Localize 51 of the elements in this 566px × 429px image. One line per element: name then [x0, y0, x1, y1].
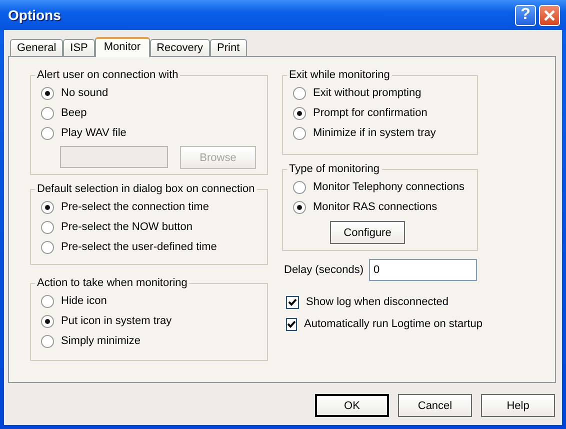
button[interactable]: Cancel: [398, 394, 472, 417]
checkbox-label: Automatically run Logtime on startup: [304, 318, 483, 330]
radio-button[interactable]: [293, 126, 306, 140]
window-title: Options: [8, 7, 62, 23]
group-title: Action to take when monitoring: [36, 277, 188, 289]
checkbox-label: Show log when disconnected: [306, 296, 448, 308]
radio-label: Minimize if in system tray: [313, 127, 436, 139]
checkbox[interactable]: [286, 296, 299, 308]
radio-label: Prompt for confirmation: [313, 107, 428, 119]
radio-button[interactable]: [41, 200, 54, 214]
radio-label: Hide icon: [61, 295, 107, 307]
radio-label: Play WAV file: [61, 127, 126, 139]
radio-label: Monitor Telephony connections: [313, 181, 464, 193]
radio-label: Exit without prompting: [313, 87, 422, 99]
radio-button[interactable]: [293, 180, 306, 194]
radio-label: Pre-select the connection time: [61, 201, 209, 213]
tab[interactable]: ISP: [63, 39, 95, 56]
radio-label: Monitor RAS connections: [313, 201, 438, 213]
close-icon: [544, 10, 555, 20]
radio-button[interactable]: [41, 86, 54, 100]
radio-button[interactable]: [41, 294, 54, 308]
button[interactable]: Help: [481, 394, 555, 417]
radio-label: Beep: [61, 107, 87, 119]
radio-button[interactable]: [293, 86, 306, 100]
radio-label: Put icon in system tray: [61, 315, 172, 327]
button[interactable]: Configure: [330, 221, 405, 244]
tab[interactable]: Print: [210, 39, 247, 56]
group-title: Exit while monitoring: [288, 69, 391, 81]
radio-button[interactable]: [41, 334, 54, 348]
tab[interactable]: Recovery: [150, 39, 210, 56]
delay-label: Delay (seconds): [284, 264, 364, 276]
radio-button[interactable]: [41, 220, 54, 234]
radio-button[interactable]: [41, 314, 54, 328]
close-button[interactable]: [539, 4, 560, 26]
group-title: Alert user on connection with: [36, 69, 180, 81]
checkbox[interactable]: [286, 318, 297, 330]
radio-label: Pre-select the NOW button: [61, 221, 192, 233]
radio-button[interactable]: [293, 200, 306, 214]
tab[interactable]: Monitor: [94, 37, 150, 57]
radio-button[interactable]: [293, 106, 306, 120]
radio-button[interactable]: [41, 106, 54, 120]
radio-label: No sound: [61, 87, 108, 99]
radio-button[interactable]: [41, 126, 54, 140]
group-title: Default selection in dialog box on connection: [36, 183, 256, 195]
radio-button[interactable]: [41, 240, 54, 254]
radio-label: Pre-select the user-defined time: [61, 241, 217, 253]
button[interactable]: OK: [315, 394, 389, 417]
radio-label: Simply minimize: [61, 335, 140, 347]
tab[interactable]: General: [10, 39, 64, 56]
delay-field[interactable]: 0: [369, 259, 478, 281]
group-title: Type of monitoring: [288, 163, 380, 175]
